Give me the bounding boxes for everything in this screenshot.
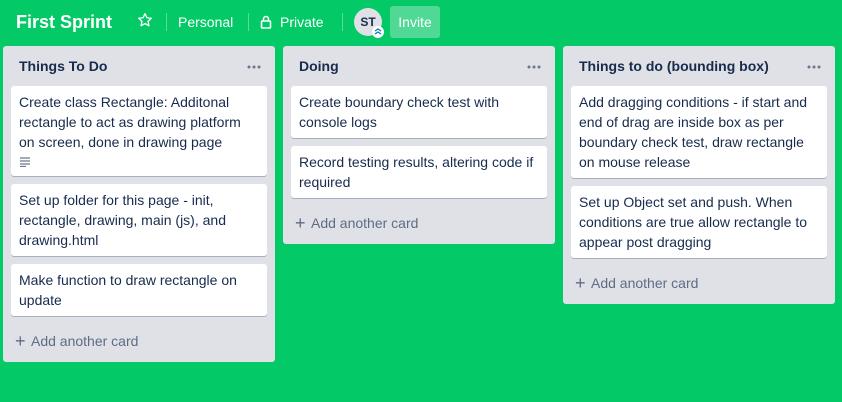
card-title: Make function to draw rectangle on updat… bbox=[19, 272, 237, 308]
list-things-to-do-bounding-box: Things to do (bounding box) Add dragging… bbox=[563, 46, 835, 304]
add-card-button[interactable]: + Add another card bbox=[291, 206, 547, 240]
member-avatar[interactable]: ST bbox=[354, 8, 384, 38]
description-icon bbox=[19, 154, 259, 170]
card-title: Add dragging conditions - if start and e… bbox=[579, 94, 808, 170]
list-menu-button[interactable] bbox=[803, 54, 825, 76]
card-title: Create class Rectangle: Additonal rectan… bbox=[19, 94, 241, 150]
list-card[interactable]: Make function to draw rectangle on updat… bbox=[11, 264, 267, 316]
invite-button[interactable]: Invite bbox=[390, 6, 440, 38]
list-title[interactable]: Things to do (bounding box) bbox=[579, 57, 769, 75]
list-card[interactable]: Set up Object set and push. When conditi… bbox=[571, 186, 827, 258]
header-divider bbox=[166, 13, 167, 31]
star-outline-icon bbox=[137, 12, 153, 33]
header-divider bbox=[342, 13, 343, 31]
list-header: Things to do (bounding box) bbox=[563, 46, 835, 86]
header-divider bbox=[248, 13, 249, 31]
team-button[interactable]: Personal bbox=[178, 13, 233, 31]
card-title: Set up folder for this page - init, rect… bbox=[19, 192, 226, 248]
visibility-button[interactable]: Private bbox=[260, 13, 324, 31]
lock-icon bbox=[260, 15, 272, 29]
admin-chevron-icon bbox=[372, 26, 384, 38]
plus-icon: + bbox=[575, 273, 586, 293]
list-title[interactable]: Doing bbox=[299, 57, 339, 75]
list-menu-button[interactable] bbox=[243, 54, 265, 76]
list-card[interactable]: Create class Rectangle: Additonal rectan… bbox=[11, 86, 267, 176]
list-doing: Doing Create boundary check test with co… bbox=[283, 46, 555, 244]
list-title[interactable]: Things To Do bbox=[19, 57, 107, 75]
add-card-label: Add another card bbox=[311, 215, 419, 231]
plus-icon: + bbox=[295, 213, 306, 233]
plus-icon: + bbox=[15, 331, 26, 351]
list-menu-button[interactable] bbox=[523, 54, 545, 76]
list-header: Things To Do bbox=[3, 46, 275, 86]
card-title: Create boundary check test with console … bbox=[299, 94, 499, 130]
more-horizontal-icon bbox=[807, 56, 821, 74]
list-card[interactable]: Add dragging conditions - if start and e… bbox=[571, 86, 827, 178]
add-card-button[interactable]: + Add another card bbox=[571, 266, 827, 300]
card-title: Record testing results, altering code if… bbox=[299, 154, 534, 190]
list-header: Doing bbox=[283, 46, 555, 86]
board-header: First Sprint Personal Private ST Invite bbox=[0, 0, 842, 44]
star-button[interactable] bbox=[134, 10, 156, 34]
add-card-button[interactable]: + Add another card bbox=[11, 324, 267, 358]
card-title: Set up Object set and push. When conditi… bbox=[579, 194, 808, 250]
add-card-label: Add another card bbox=[31, 333, 139, 349]
team-label: Personal bbox=[178, 14, 234, 30]
visibility-label: Private bbox=[280, 14, 324, 30]
add-card-label: Add another card bbox=[591, 275, 699, 291]
list-card[interactable]: Create boundary check test with console … bbox=[291, 86, 547, 138]
more-horizontal-icon bbox=[247, 56, 261, 74]
list-card[interactable]: Set up folder for this page - init, rect… bbox=[11, 184, 267, 256]
list-things-to-do: Things To Do Create class Rectangle: Add… bbox=[3, 46, 275, 362]
list-card[interactable]: Record testing results, altering code if… bbox=[291, 146, 547, 198]
more-horizontal-icon bbox=[527, 56, 541, 74]
board-title[interactable]: First Sprint bbox=[16, 11, 112, 33]
